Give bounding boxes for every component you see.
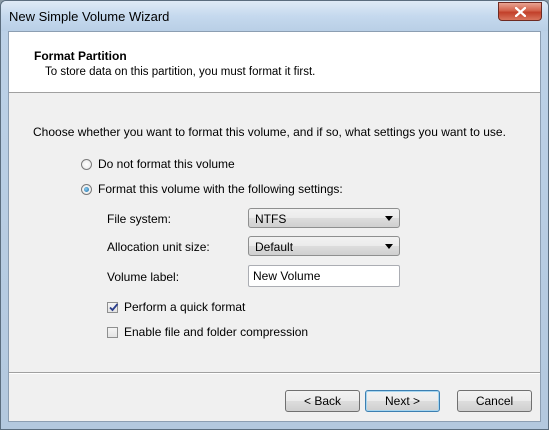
back-button-label: < Back	[303, 394, 342, 408]
quick-format-label: Perform a quick format	[124, 300, 246, 314]
compression-option[interactable]: Enable file and folder compression	[107, 325, 308, 339]
allocation-unit-value: Default	[255, 240, 294, 254]
quick-format-checkbox[interactable]	[107, 301, 119, 313]
file-system-label: File system:	[107, 212, 172, 226]
allocation-unit-label: Allocation unit size:	[107, 240, 210, 254]
checkmark-icon	[109, 302, 119, 311]
radio-button[interactable]	[81, 158, 92, 170]
page-title: Format Partition	[34, 49, 127, 63]
radio-no-format[interactable]: Do not format this volume	[81, 157, 235, 171]
volume-label-field[interactable]	[248, 265, 400, 287]
file-system-value: NTFS	[255, 212, 287, 226]
close-button[interactable]	[498, 2, 542, 21]
window-title: New Simple Volume Wizard	[9, 9, 170, 24]
cancel-button-label: Cancel	[475, 394, 514, 408]
wizard-window: New Simple Volume Wizard Format Partitio…	[0, 0, 549, 430]
wizard-header: Format Partition To store data on this p…	[9, 32, 540, 93]
quick-format-option[interactable]: Perform a quick format	[107, 300, 245, 314]
cancel-button[interactable]: Cancel	[457, 390, 532, 412]
footer-divider	[9, 372, 540, 374]
next-button-label: Next >	[384, 394, 420, 408]
compression-label: Enable file and folder compression	[124, 325, 309, 339]
radio-no-format-label: Do not format this volume	[98, 157, 235, 171]
page-subtitle: To store data on this partition, you mus…	[45, 66, 316, 78]
next-button[interactable]: Next >	[365, 390, 440, 412]
volume-label-label: Volume label:	[107, 270, 180, 284]
compression-checkbox[interactable]	[107, 326, 118, 338]
back-button[interactable]: < Back	[285, 390, 360, 412]
radio-button-selected[interactable]	[81, 183, 92, 195]
chevron-down-icon	[385, 216, 393, 221]
allocation-unit-dropdown[interactable]: Default	[248, 236, 400, 256]
instruction-text: Choose whether you want to format this v…	[33, 125, 506, 139]
wizard-client-area: Format Partition To store data on this p…	[8, 31, 541, 422]
radio-format-label: Format this volume with the following se…	[98, 182, 343, 196]
radio-format[interactable]: Format this volume with the following se…	[81, 182, 343, 196]
close-x-icon	[515, 7, 526, 17]
title-bar[interactable]: New Simple Volume Wizard	[1, 1, 548, 31]
volume-label-input[interactable]	[253, 267, 393, 285]
file-system-dropdown[interactable]: NTFS	[248, 208, 400, 228]
chevron-down-icon	[385, 244, 393, 249]
